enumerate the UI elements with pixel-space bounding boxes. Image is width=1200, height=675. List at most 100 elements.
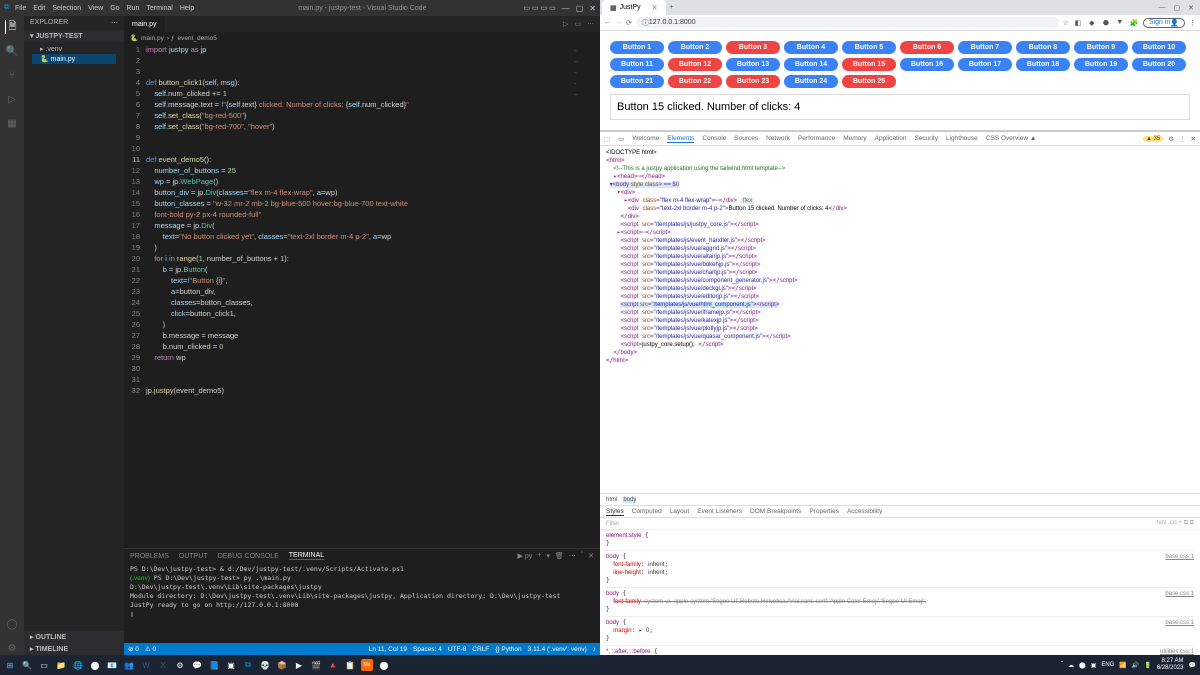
excel-icon[interactable]: X [157,659,169,671]
app-icon[interactable]: ⚙ [174,659,186,671]
forward-icon[interactable]: → [615,19,622,26]
menu-edit[interactable]: Edit [33,5,45,12]
signin-button[interactable]: Sign in 👤 [1143,18,1185,28]
task-view-icon[interactable]: ▭ [38,659,50,671]
jp-button-4[interactable]: Button 4 [784,41,838,54]
explorer-icon[interactable]: 🗎 [5,20,19,34]
panel-tab[interactable]: DEBUG CONSOLE [218,553,279,560]
extensions-icon[interactable]: 🧩 [1129,18,1139,28]
tray-icon[interactable]: ⬤ [1079,662,1086,669]
jp-button-14[interactable]: Button 14 [784,58,838,71]
devtools-tabs[interactable]: ⬚ ▭ WelcomeElementsConsoleSourcesNetwork… [600,132,1200,146]
search-icon[interactable]: 🔍 [21,659,33,671]
panel-tab[interactable]: TERMINAL [289,552,324,560]
css-rules[interactable]: element.style {} base.css:1body { font-f… [600,530,1200,655]
jp-button-20[interactable]: Button 20 [1132,58,1186,71]
vscode-menu[interactable]: FileEditSelectionViewGoRunTerminalHelp [15,5,201,12]
app-icon[interactable]: 💀 [259,659,271,671]
extensions-icon[interactable]: ▦ [5,116,19,130]
reload-icon[interactable]: ⟳ [626,19,632,27]
jp-button-1[interactable]: Button 1 [610,41,664,54]
jp-button-11[interactable]: Button 11 [610,58,664,71]
app-icon[interactable]: ⬤ [378,659,390,671]
debug-icon[interactable]: ▷ [5,92,19,106]
app-icon[interactable]: 📦 [276,659,288,671]
account-icon[interactable]: ◯ [5,617,19,631]
vscode-icon[interactable]: ⧉ [242,659,254,671]
tray-chevron-icon[interactable]: ˆ [1061,662,1063,668]
styles-filter[interactable]: Filter [606,521,619,527]
outline-section[interactable]: ▸ OUTLINE [24,631,124,643]
devtools-breadcrumb[interactable]: htmlbody [600,493,1200,505]
window-controls[interactable]: —▢✕ [556,4,596,13]
jp-button-6[interactable]: Button 6 [900,41,954,54]
run-icon[interactable]: ▷ [563,20,568,28]
jp-button-5[interactable]: Button 5 [842,41,896,54]
new-tab-icon[interactable]: + [670,4,674,11]
code-editor[interactable]: 1234567891011121314151617181920212223242… [124,44,600,548]
jp-button-22[interactable]: Button 22 [668,75,722,88]
menu-run[interactable]: Run [127,5,140,12]
menu-icon[interactable]: ⋮ [1189,19,1196,27]
elements-tree[interactable]: <!DOCTYPE html> <html> <!--This is a jus… [600,146,1200,493]
inspect-icon[interactable]: ⬚ [604,135,610,143]
jp-button-3[interactable]: Button 3 [726,41,780,54]
windows-taskbar[interactable]: ⊞ 🔍 ▭ 📁 🌐 ⬤ 📧 👥 W X ⚙ 💬 📘 ▣ ⧉ 💀 📦 ▶ 🎬 🔺 … [0,655,1200,675]
minimize-icon[interactable]: — [1159,4,1166,12]
jp-button-2[interactable]: Button 2 [668,41,722,54]
devtools-settings-icon[interactable]: ⚙ [1168,135,1174,143]
activity-bar[interactable]: 🗎 🔍 ⑂ ▷ ▦ ◯ ⚙ [0,16,24,655]
jp-button-12[interactable]: Button 12 [668,58,722,71]
timeline-section[interactable]: ▸ TIMELINE [24,643,124,655]
tray-onedrive-icon[interactable]: ☁ [1068,662,1074,669]
menu-file[interactable]: File [15,5,26,12]
panel-tabs[interactable]: PROBLEMSOUTPUTDEBUG CONSOLETERMINAL ▶ py… [124,549,600,563]
explorer-icon[interactable]: 📁 [55,659,67,671]
terminal-icon[interactable]: ▣ [225,659,237,671]
more-icon[interactable]: ⋯ [587,20,594,28]
terminal-shell[interactable]: ▶ py [518,552,533,560]
menu-help[interactable]: Help [180,5,194,12]
folder-root[interactable]: ▾ JUSTPY-TEST [24,30,124,42]
jp-button-18[interactable]: Button 18 [1016,58,1070,71]
tray-battery-icon[interactable]: 🔋 [1144,662,1151,669]
start-icon[interactable]: ⊞ [4,659,16,671]
panel-tab[interactable]: OUTPUT [179,553,208,560]
breadcrumbs[interactable]: 🐍 main.py › ƒ event_demo5 [124,32,600,44]
teams-icon[interactable]: 👥 [123,659,135,671]
ext-icon[interactable]: ◆ [1087,18,1097,28]
split-icon[interactable]: ▭ [574,20,581,28]
app-icon[interactable]: 📘 [208,659,220,671]
outlook-icon[interactable]: 📧 [106,659,118,671]
vscode-layout-icons[interactable]: ▭ ▭ ▭ ▭ [523,4,555,12]
editor-tab-main[interactable]: main.py [124,16,165,32]
menu-view[interactable]: View [88,5,103,12]
jp-button-9[interactable]: Button 9 [1074,41,1128,54]
status-bar[interactable]: ⊘ 0⚠ 0 Ln 11, Col 19Spaces: 4UTF-8CRLF{}… [124,643,600,655]
tray-volume-icon[interactable]: 🔊 [1132,662,1139,669]
jp-button-17[interactable]: Button 17 [958,58,1012,71]
jp-button-15[interactable]: Button 15 [842,58,896,71]
ext-icon[interactable]: ⬣ [1101,18,1111,28]
share-icon[interactable]: ☆ [1063,19,1069,27]
settings-icon[interactable]: ⚙ [5,641,19,655]
device-icon[interactable]: ▭ [618,135,624,143]
tray-notifications-icon[interactable]: 💬 [1189,662,1196,669]
word-icon[interactable]: W [140,659,152,671]
tree-item[interactable]: ▸ .venv [32,44,116,54]
jp-button-19[interactable]: Button 19 [1074,58,1128,71]
tray-wifi-icon[interactable]: 📶 [1119,662,1126,669]
jp-button-7[interactable]: Button 7 [958,41,1012,54]
maximize-icon[interactable]: ▢ [1174,4,1181,12]
tray-icon[interactable]: ▣ [1091,662,1097,669]
app-icon[interactable]: 🔺 [327,659,339,671]
search-icon[interactable]: 🔍 [5,44,19,58]
menu-go[interactable]: Go [110,5,119,12]
menu-terminal[interactable]: Terminal [146,5,172,12]
source-control-icon[interactable]: ⑂ [5,68,19,82]
ext-icon[interactable]: ▼ [1115,18,1125,28]
ext-icon[interactable]: ◧ [1073,18,1083,28]
jp-button-23[interactable]: Button 23 [726,75,780,88]
app-icon[interactable]: 💬 [191,659,203,671]
address-bar[interactable]: ⓘ 127.0.0.1:8000 [636,17,1059,28]
